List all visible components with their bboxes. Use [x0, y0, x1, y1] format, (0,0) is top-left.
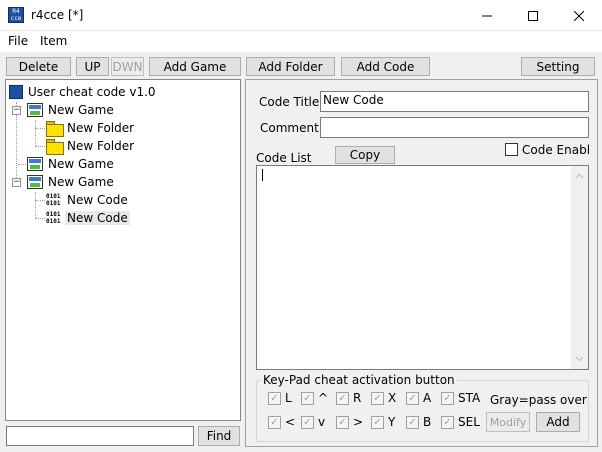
tree-item-label: New Code	[65, 211, 130, 225]
folder-icon	[46, 121, 64, 137]
code-list-label: Code List	[256, 151, 312, 165]
minimize-icon	[482, 15, 492, 16]
add-code-button[interactable]: Add Code	[341, 57, 430, 76]
minimize-button[interactable]	[464, 0, 510, 31]
key-r-checkbox[interactable]: ✓	[336, 392, 349, 405]
cheat-tree[interactable]: User cheat code v1.0 − New Game New Fold…	[5, 79, 241, 421]
key-x-checkbox[interactable]: ✓	[371, 392, 384, 405]
app-icon: R4 cce	[8, 7, 24, 23]
scroll-up-icon	[575, 173, 584, 179]
tree-item-label: New Folder	[67, 121, 135, 135]
game-icon	[27, 157, 43, 171]
expand-collapse-icon[interactable]: −	[12, 178, 21, 187]
close-icon	[574, 10, 584, 21]
window-title: r4cce [*]	[31, 8, 84, 22]
title-bar: R4 cce r4cce [*]	[0, 0, 602, 31]
tree-item-label: New Game	[48, 103, 114, 117]
code-icon: 0101 0101	[46, 193, 61, 207]
code-title-label: Code Title	[259, 95, 320, 109]
folder-icon	[46, 139, 64, 155]
key-right-checkbox[interactable]: ✓	[336, 416, 349, 429]
key-label: STA	[458, 391, 481, 405]
key-y-checkbox[interactable]: ✓	[371, 416, 384, 429]
key-label: ^	[318, 391, 329, 405]
code-list-textarea[interactable]	[256, 165, 589, 370]
up-button[interactable]: UP	[76, 57, 109, 76]
find-button[interactable]: Find	[198, 426, 240, 446]
add-button[interactable]: Add	[536, 412, 580, 432]
key-down-checkbox[interactable]: ✓	[301, 416, 314, 429]
keypad-groupbox	[256, 380, 589, 442]
setting-button[interactable]: Setting	[521, 57, 595, 76]
tree-item-code-selected[interactable]: 0101 0101 New Code	[46, 209, 130, 227]
code-enable-checkbox[interactable]	[505, 143, 518, 156]
key-label: <	[285, 415, 296, 429]
tree-item-game[interactable]: New Game	[27, 155, 116, 173]
key-label: L	[285, 391, 292, 405]
gray-note: Gray=pass over	[490, 393, 587, 407]
tree-item-code[interactable]: 0101 0101 New Code	[46, 191, 130, 209]
key-label: >	[353, 415, 364, 429]
keypad-title: Key-Pad cheat activation button	[261, 373, 457, 387]
tree-item-game[interactable]: New Game	[27, 101, 116, 119]
key-left-checkbox[interactable]: ✓	[268, 416, 281, 429]
add-folder-button[interactable]: Add Folder	[246, 57, 335, 76]
modify-button[interactable]: Modify	[486, 412, 530, 432]
comment-input[interactable]	[320, 117, 589, 138]
expand-collapse-icon[interactable]: −	[12, 106, 21, 115]
key-label: A	[423, 391, 432, 405]
key-label: SEL	[458, 415, 480, 429]
tree-item-folder[interactable]: New Folder	[46, 119, 136, 137]
code-enable-label: Code Enable	[522, 143, 590, 157]
copy-button[interactable]: Copy	[335, 146, 395, 164]
key-a-checkbox[interactable]: ✓	[406, 392, 419, 405]
scroll-down-icon	[575, 356, 584, 362]
close-button[interactable]	[556, 0, 602, 31]
root-icon	[9, 85, 23, 99]
key-start-checkbox[interactable]: ✓	[441, 392, 454, 405]
tree-item-label: New Code	[67, 193, 128, 207]
game-icon	[27, 175, 43, 189]
maximize-button[interactable]	[510, 0, 556, 31]
key-up-checkbox[interactable]: ✓	[301, 392, 314, 405]
key-label: v	[318, 415, 326, 429]
key-b-checkbox[interactable]: ✓	[406, 416, 419, 429]
tree-item-label: New Game	[48, 157, 114, 171]
key-label: R	[353, 391, 362, 405]
key-label: Y	[388, 415, 396, 429]
find-input[interactable]	[6, 426, 194, 446]
code-list-scrollbar[interactable]	[571, 166, 588, 369]
menu-item[interactable]: Item	[40, 34, 67, 48]
tree-item-folder[interactable]: New Folder	[46, 137, 136, 155]
menu-bar: File Item	[0, 31, 602, 52]
down-button[interactable]: DWN	[111, 57, 144, 76]
game-icon	[27, 103, 43, 117]
code-icon: 0101 0101	[46, 211, 61, 225]
text-cursor	[262, 169, 263, 181]
delete-button[interactable]: Delete	[6, 57, 71, 76]
comment-label: Comment	[260, 121, 319, 135]
key-l-checkbox[interactable]: ✓	[268, 392, 281, 405]
key-select-checkbox[interactable]: ✓	[441, 416, 454, 429]
menu-file[interactable]: File	[8, 34, 28, 48]
tree-item-label: New Game	[48, 175, 114, 189]
key-label: B	[423, 415, 432, 429]
key-label: X	[388, 391, 397, 405]
tree-item-label: New Folder	[67, 139, 135, 153]
tree-item-game[interactable]: New Game	[27, 173, 116, 191]
add-game-button[interactable]: Add Game	[149, 57, 241, 76]
tree-root[interactable]: User cheat code v1.0	[9, 83, 158, 101]
maximize-icon	[528, 10, 538, 21]
code-title-input[interactable]: New Code	[320, 91, 589, 112]
tree-root-label: User cheat code v1.0	[28, 85, 156, 99]
